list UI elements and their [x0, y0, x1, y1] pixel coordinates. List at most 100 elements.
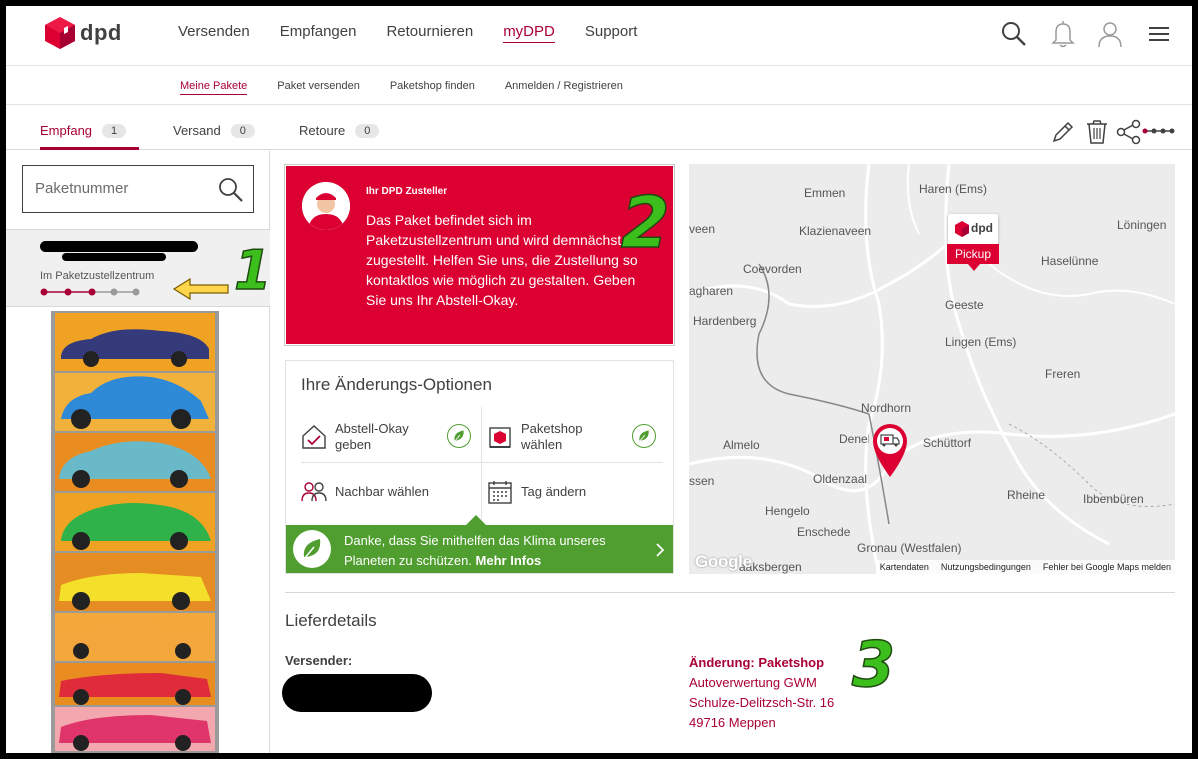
address-line: 49716 Meppen [689, 715, 776, 730]
edit-icon[interactable] [1050, 119, 1076, 145]
trash-icon[interactable] [1084, 118, 1110, 146]
option-nachbar[interactable]: Nachbar wählen [301, 479, 471, 505]
tab-empfang[interactable]: Empfang 1 [40, 123, 127, 138]
nav-empfangen[interactable]: Empfangen [280, 23, 357, 43]
map-report-link[interactable]: Fehler bei Google Maps melden [1043, 562, 1171, 572]
pickup-marker[interactable]: dpd [948, 214, 998, 244]
change-options-card: Ihre Änderungs-Optionen Abstell-Okay geb… [285, 360, 674, 574]
map-place-label: Freren [1045, 367, 1081, 381]
tab-label: Versand [173, 123, 221, 138]
progress-icon[interactable] [1142, 125, 1176, 137]
main-menu: Versenden Empfangen Retournieren myDPD S… [178, 23, 637, 43]
annotation-number: 2 [620, 181, 670, 265]
map-place-label: Haren (Ems) [919, 182, 988, 196]
driver-message: Das Paket befindet sich im Paketzustellz… [366, 212, 638, 308]
option-label: Tag ändern [521, 484, 587, 499]
calendar-icon [488, 481, 512, 504]
annotation-arrow-icon [172, 277, 229, 301]
tab-retoure[interactable]: Retoure 0 [299, 123, 380, 138]
package-status: Im Paketzustellzentrum [40, 270, 155, 282]
map-place-label: Lingen (Ems) [945, 335, 1017, 349]
map-place-label: Enschede [797, 525, 851, 539]
browser-viewport: dpd Versenden Empfangen Retournieren myD… [6, 6, 1192, 753]
user-icon[interactable] [1096, 19, 1124, 49]
map-place-label: veen [689, 222, 716, 236]
pickup-label: Pickup [947, 244, 999, 264]
map-place-label: Klazienaveen [799, 224, 872, 238]
house-check-icon [302, 425, 326, 449]
share-icon[interactable] [1116, 119, 1142, 145]
options-divider [301, 462, 663, 463]
nav-versenden[interactable]: Versenden [178, 23, 250, 43]
map-place-label: Ibbenbüren [1083, 492, 1144, 506]
subnav-meine-pakete[interactable]: Meine Pakete [180, 80, 248, 95]
map-place-label: Almelo [723, 438, 760, 452]
map-place-label: Geeste [945, 298, 984, 312]
options-divider [481, 407, 482, 525]
subnav-paketshop-finden[interactable]: Paketshop finden [390, 80, 475, 95]
nav-retournieren[interactable]: Retournieren [386, 23, 473, 43]
option-label: Abstell-Okay geben [335, 421, 409, 452]
map-place-label: Nordhorn [861, 401, 912, 415]
option-tag-aendern[interactable]: Tag ändern [487, 479, 657, 505]
map-place-label: Oldenzaal [813, 472, 868, 486]
top-navigation: dpd Versenden Empfangen Retournieren myD… [6, 6, 1192, 66]
option-abstell-okay[interactable]: Abstell-Okay geben [301, 421, 441, 453]
option-paketshop[interactable]: Paketshop wählen [487, 421, 627, 453]
search-icon[interactable] [1000, 19, 1028, 49]
menu-icon[interactable] [1146, 19, 1174, 49]
logo-wordmark: dpd [80, 20, 122, 45]
climate-banner[interactable]: Danke, dass Sie mithelfen das Klima unse… [286, 515, 673, 573]
leaf-icon [293, 530, 331, 568]
map-place-label: Schüttorf [923, 436, 972, 450]
map-place-label: Löningen [1117, 218, 1167, 232]
tab-versand[interactable]: Versand 0 [173, 123, 255, 138]
annotation-number: 3 [851, 627, 896, 702]
google-logo: Google [695, 552, 752, 571]
package-list-item[interactable]: Im Paketzustellzentrum [6, 229, 270, 307]
bell-icon[interactable] [1049, 19, 1077, 49]
option-label: Nachbar wählen [335, 484, 429, 499]
map-place-label: Haselünne [1041, 254, 1099, 268]
map-terms-link[interactable]: Nutzungsbedingungen [941, 562, 1031, 572]
dpd-logo[interactable]: dpd [44, 16, 144, 52]
driver-message-card: Ihr DPD Zusteller Das Paket befindet sic… [284, 164, 675, 346]
delivery-location-pin-icon[interactable] [869, 420, 911, 478]
tab-count: 1 [102, 123, 127, 138]
map-roads [689, 164, 1175, 574]
change-label: Änderung: Paketshop [689, 655, 825, 670]
map-place-label: Emmen [804, 186, 846, 200]
map-data-link[interactable]: Kartendaten [880, 562, 929, 572]
address-line: Autoverwertung GWM [689, 675, 817, 690]
map-place-label: Coevorden [743, 262, 802, 276]
map-place-label: Denekamp [839, 432, 869, 446]
section-divider [285, 592, 1175, 593]
subnav-paket-versenden[interactable]: Paket versenden [277, 80, 360, 95]
driver-photo [302, 182, 350, 230]
chevron-right-icon [656, 543, 665, 557]
sender-label: Versender: [285, 653, 353, 668]
options-title: Ihre Änderungs-Optionen [301, 375, 492, 394]
banner-notch [466, 515, 486, 525]
sub-navigation: Meine Pakete Paket versenden Paketshop f… [6, 66, 1192, 105]
nav-mydpd[interactable]: myDPD [503, 23, 555, 43]
lieferdetails-title: Lieferdetails [285, 611, 377, 630]
redacted-sender-name [282, 674, 432, 712]
car-collection-image [51, 311, 219, 753]
pickup-brand: dpd [971, 221, 993, 235]
search-icon[interactable] [217, 176, 245, 204]
climate-more-link[interactable]: Mehr Infos [476, 553, 542, 568]
nav-support[interactable]: Support [585, 23, 638, 43]
package-search [22, 165, 254, 213]
map[interactable]: Emmen Haren (Ems) Klazienaveen Löningen … [689, 164, 1175, 574]
map-place-label: ssen [689, 474, 715, 488]
neighbors-icon [301, 482, 327, 502]
map-place-label: Hardenberg [693, 314, 757, 328]
search-input[interactable] [35, 180, 205, 197]
parcelshop-icon [489, 427, 511, 448]
dpd-cube-icon [45, 17, 75, 49]
subnav-anmelden[interactable]: Anmelden / Registrieren [505, 80, 623, 95]
map-footer: Kartendaten Nutzungsbedingungen Fehler b… [875, 560, 1175, 574]
leaf-icon [447, 424, 471, 448]
address-line: Schulze-Delitzsch-Str. 16 [689, 695, 835, 710]
